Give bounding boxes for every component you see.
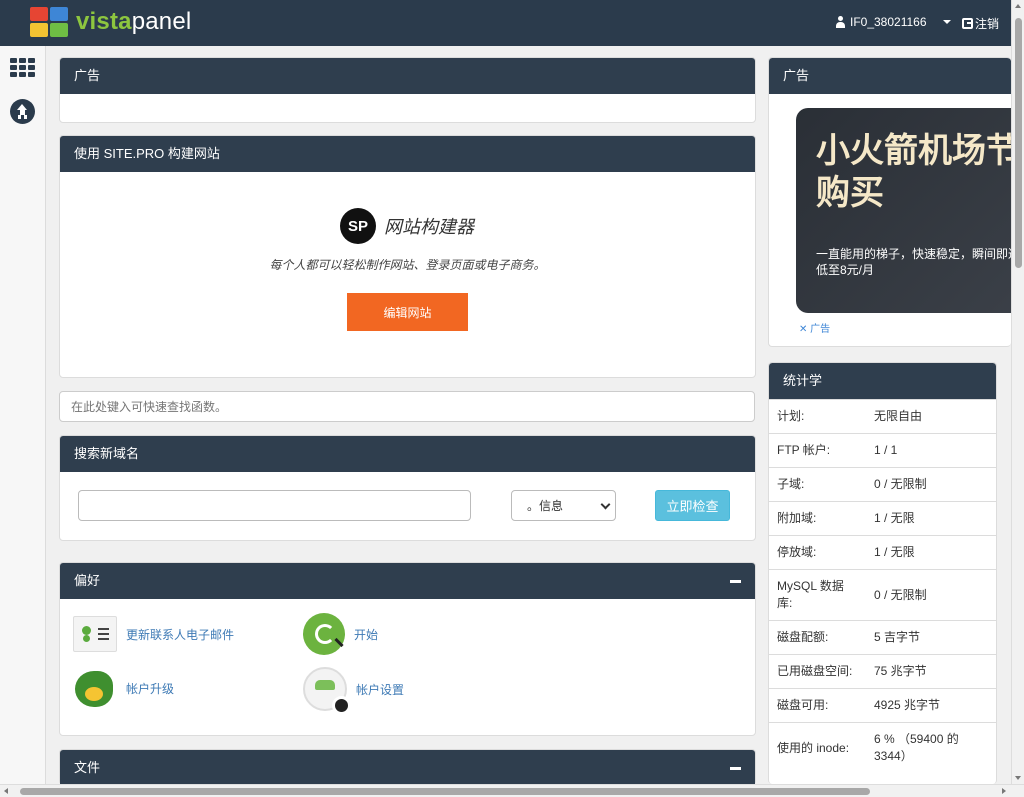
logout-button[interactable]: 注销 [962,15,999,32]
collapse-icon[interactable] [730,580,741,583]
apps-grid-icon[interactable] [10,58,35,77]
user-icon [835,16,846,28]
panel-title: 广告 [60,58,755,94]
function-search-input[interactable] [59,391,755,422]
stats-value: 4925 兆字节 [866,688,996,723]
ad-banner[interactable]: 小火箭机场节 购买 一直能用的梯子，快速稳定，瞬间即达，低至8元/月 [796,108,1011,313]
stats-label: FTP 帐户: [769,433,866,468]
pref-link-label[interactable]: 帐户升级 [126,680,174,697]
stats-row: 计划: 无限自由 [769,399,996,434]
vistapanel-logo[interactable]: vistapanel [30,6,191,38]
logout-icon [962,18,973,29]
panel-title: 文件 [60,750,755,786]
horizontal-scroll-thumb[interactable] [20,788,870,795]
stats-value: 0 / 无限制 [866,467,996,502]
panel-title: 使用 SITE.PRO 构建网站 [60,136,755,172]
tld-select[interactable]: 。信息 [511,490,616,521]
stats-row: 磁盘可用: 4925 兆字节 [769,688,996,723]
check-domain-button[interactable]: 立即检查 [655,490,730,521]
stats-value: 0 / 无限制 [866,569,996,621]
stats-row: FTP 帐户: 1 / 1 [769,433,996,468]
stats-row: 磁盘配额: 5 吉字节 [769,620,996,655]
chevron-down-icon [600,499,611,510]
stats-row: 已用磁盘空间: 75 兆字节 [769,654,996,689]
ad-banner-title: 小火箭机场节 购买 [816,132,1011,212]
contact-card-icon [73,616,117,652]
vertical-scrollbar[interactable] [1011,0,1024,784]
sitebuilder-subtitle: 每个人都可以轻松制作网站、登录页面或电子商务。 [269,258,546,272]
scroll-up-icon[interactable] [1015,4,1021,8]
stats-value: 无限自由 [866,399,996,434]
stats-label: 磁盘配额: [769,620,866,655]
panel-title: 广告 [769,58,1011,94]
stats-row: MySQL 数据库: 0 / 无限制 [769,569,996,621]
pref-link-label[interactable]: 开始 [354,626,378,643]
pref-link-label[interactable]: 更新联系人电子邮件 [126,626,234,643]
ad-banner-description: 一直能用的梯子，快速稳定，瞬间即达，低至8元/月 [816,247,1011,277]
left-rail [0,46,46,784]
user-menu[interactable]: IF0_38021166 [835,15,951,29]
stats-label: 子域: [769,467,866,502]
scroll-down-icon[interactable] [1015,776,1021,780]
username: IF0_38021166 [850,15,927,29]
stats-value: 1 / 1 [866,433,996,468]
logo-text: vistapanel [76,8,192,35]
sitebuilder-panel: 使用 SITE.PRO 构建网站 SP 网站构建器 每个人都可以轻松制作网站、登… [59,135,756,378]
stats-label: 附加域: [769,501,866,536]
stats-value: 6 % （59400 的 3344） [866,722,996,773]
files-title: 文件 [74,760,101,775]
stats-value: 5 吉字节 [866,620,996,655]
dragon-upgrade-icon [73,667,117,709]
stats-label: MySQL 数据库: [769,569,866,621]
sitebuilder-name: 网站构建器 [384,217,474,237]
stats-table: 计划: 无限自由 FTP 帐户: 1 / 1 子域: 0 / 无限制 附加域: 1 / 无限停… [769,399,996,773]
horizontal-scrollbar[interactable] [0,784,1024,797]
collapse-icon[interactable] [730,767,741,770]
preferences-title: 偏好 [74,573,101,588]
tld-selected-value: 。信息 [527,499,564,513]
domain-search-panel: 搜索新域名 。信息 立即检查 [59,435,756,541]
upload-icon[interactable] [10,99,35,124]
sitepro-logo: SP [340,208,376,244]
stats-value: 75 兆字节 [866,654,996,689]
stats-value: 1 / 无限 [866,535,996,570]
stats-label: 磁盘可用: [769,688,866,723]
panel-title: 搜索新域名 [60,436,755,472]
stats-label: 已用磁盘空间: [769,654,866,689]
domain-name-input[interactable] [78,490,471,521]
pref-link-label[interactable]: 帐户设置 [356,681,404,698]
getting-started-icon [303,613,345,655]
pref-getting-started[interactable]: 开始 [303,613,378,655]
stats-row: 附加域: 1 / 无限 [769,501,996,536]
ad-panel-left: 广告 [59,57,756,123]
scroll-right-icon[interactable] [1002,788,1006,794]
stats-value: 1 / 无限 [866,501,996,536]
stats-label: 停放域: [769,535,866,570]
ad-panel-right: 广告 小火箭机场节 购买 一直能用的梯子，快速稳定，瞬间即达，低至8元/月 ✕ … [768,57,1011,347]
preferences-panel: 偏好 更新联系人电子邮件 开始 帐户升级 帐户设置 [59,562,756,736]
scroll-left-icon[interactable] [4,788,8,794]
stats-row: 子域: 0 / 无限制 [769,467,996,502]
account-settings-icon [303,667,351,715]
pref-update-contact-email[interactable]: 更新联系人电子邮件 [73,616,234,652]
sitebuilder-brand: SP 网站构建器 [340,208,474,244]
top-navbar: vistapanel IF0_38021166 注销 [0,0,1011,46]
ad-choices-link[interactable]: ✕ 广告 [799,320,830,335]
chevron-down-icon [942,20,951,24]
logo-squares-icon [30,7,68,37]
edit-website-button[interactable]: 编辑网站 [347,293,468,331]
stats-label: 使用的 inode: [769,722,866,773]
stats-row: 停放域: 1 / 无限 [769,535,996,570]
stats-label: 计划: [769,399,866,434]
files-panel: 文件 [59,749,756,786]
vertical-scroll-thumb[interactable] [1015,18,1022,268]
pref-account-upgrade[interactable]: 帐户升级 [73,667,174,709]
logout-label: 注销 [975,17,1000,31]
panel-title: 统计学 [769,363,996,399]
panel-title: 偏好 [60,563,755,599]
stats-panel: 统计学 计划: 无限自由 FTP 帐户: 1 / 1 子域: 0 / 无限制 附加域: 1 /… [768,362,997,784]
stats-row: 使用的 inode: 6 % （59400 的 3344） [769,722,996,773]
pref-account-settings[interactable]: 帐户设置 [303,667,404,715]
